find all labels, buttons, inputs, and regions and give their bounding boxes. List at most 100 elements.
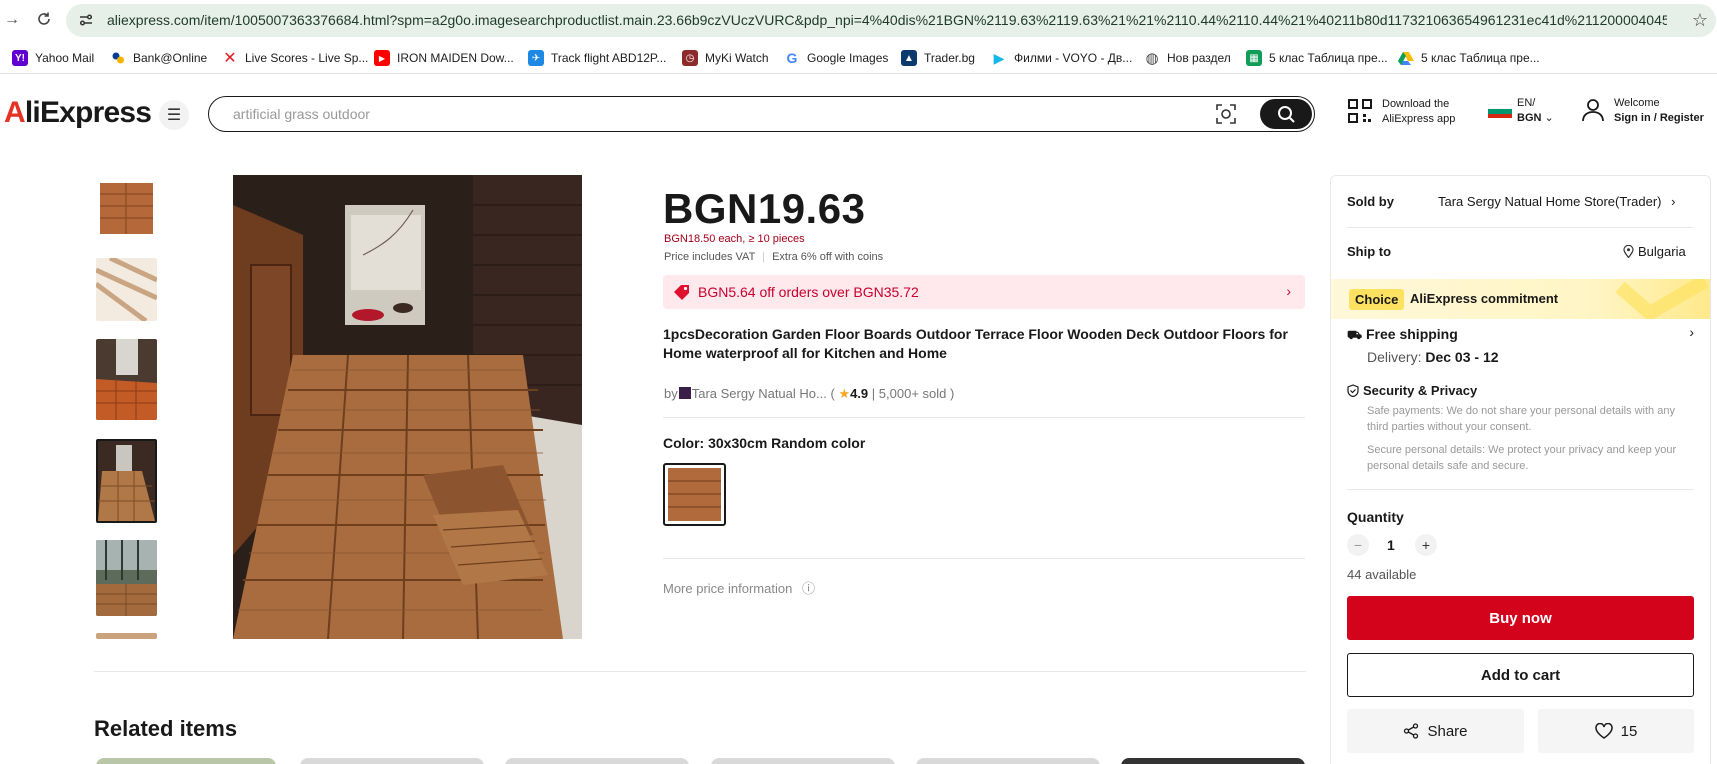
related-items-heading: Related items: [94, 716, 238, 741]
choice-commitment-banner: Choice AliExpress commitment: [1331, 279, 1710, 319]
download-line-2: AliExpress app: [1382, 113, 1456, 125]
bookmark-label: Bank@Online: [133, 51, 208, 65]
search-bar[interactable]: artificial grass outdoor: [208, 96, 1315, 132]
product-title: 1pcsDecoration Garden Floor Boards Outdo…: [663, 326, 1288, 361]
bookmark-item[interactable]: ▦ 5 клас Таблица пре...: [1246, 49, 1388, 67]
language-currency-selector[interactable]: EN/ BGN ⌄: [1517, 96, 1554, 126]
download-app-link[interactable]: Download the AliExpress app: [1382, 97, 1455, 127]
bookmark-item[interactable]: ◷ MyKi Watch: [682, 49, 769, 67]
welcome-text: Welcome: [1614, 97, 1660, 109]
by-label: by: [664, 386, 678, 401]
quantity-decrease-button[interactable]: −: [1347, 534, 1369, 556]
more-price-info-link[interactable]: More price information ⓘ: [663, 578, 815, 597]
add-to-cart-button[interactable]: Add to cart: [1347, 653, 1694, 697]
main-product-image[interactable]: [233, 175, 582, 639]
product-thumbnail-selected[interactable]: [96, 439, 157, 523]
bookmark-item[interactable]: ✕ Live Scores - Live Sp...: [222, 49, 368, 67]
bookmark-item[interactable]: ✈ Track flight ABD12P...: [528, 49, 666, 67]
language-label: EN/: [1517, 97, 1536, 109]
wood-tile-thumbnail-image: [96, 177, 157, 240]
site-settings-icon[interactable]: [78, 12, 94, 28]
x-icon: ✕: [222, 50, 238, 67]
product-thumbnail[interactable]: [96, 540, 157, 616]
chevron-right-icon: ›: [1671, 194, 1676, 209]
user-icon[interactable]: [1582, 98, 1604, 122]
bookmark-item[interactable]: G Google Images: [784, 49, 888, 67]
related-item-card[interactable]: [96, 758, 276, 764]
bookmark-item[interactable]: 5 клас Таблица пре...: [1398, 49, 1540, 67]
ship-to-country: Bulgaria: [1638, 244, 1686, 259]
divider: [94, 671, 1306, 672]
bookmark-item[interactable]: Bank@Online: [110, 49, 207, 67]
menu-button[interactable]: ☰: [159, 100, 189, 130]
divider: [1347, 227, 1694, 228]
bookmark-item[interactable]: ▲ Trader.bg: [901, 49, 975, 67]
related-item-card[interactable]: [916, 758, 1100, 764]
color-swatch-selected[interactable]: [663, 463, 726, 526]
quantity-increase-button[interactable]: +: [1415, 534, 1437, 556]
site-header: AliExpress ☰ artificial grass outdoor Do…: [0, 74, 1717, 158]
delivery-estimate: Delivery: Dec 03 - 12: [1367, 349, 1499, 365]
search-input[interactable]: artificial grass outdoor: [233, 106, 370, 122]
store-name-link[interactable]: Tara Sergy Natual Home Store(Trader) ›: [1438, 194, 1675, 209]
product-thumbnail[interactable]: [96, 258, 157, 321]
wishlist-count: 15: [1620, 722, 1638, 740]
search-button[interactable]: [1260, 99, 1312, 129]
available-count: 44 available: [1347, 567, 1417, 582]
image-search-icon[interactable]: [1216, 104, 1236, 124]
coupon-tag-icon: [674, 285, 689, 300]
coins-text: Extra 6% off with coins: [772, 251, 884, 263]
related-item-card[interactable]: [300, 758, 484, 764]
ship-to-selector[interactable]: Bulgaria: [1623, 244, 1686, 259]
sold-count: 5,000+ sold: [878, 386, 947, 401]
bookmark-item[interactable]: ▶ IRON MAIDEN Dow...: [374, 49, 514, 67]
divider: [1347, 489, 1694, 490]
bookmark-label: Live Scores - Live Sp...: [245, 51, 369, 65]
bulgaria-flag-icon: [1488, 104, 1512, 118]
aliexpress-logo[interactable]: AliExpress: [4, 96, 152, 130]
bank-icon: [110, 50, 126, 66]
qr-code-icon[interactable]: [1348, 99, 1372, 123]
bookmark-item[interactable]: ◍ Нов раздел: [1144, 49, 1231, 67]
ship-to-label: Ship to: [1347, 244, 1392, 259]
sold-by-label: Sold by: [1347, 194, 1394, 209]
related-item-card[interactable]: [711, 758, 895, 764]
watch-icon: ◷: [682, 50, 698, 66]
product-thumbnail[interactable]: [96, 177, 157, 240]
bookmark-label: Yahoo Mail: [35, 51, 95, 65]
choice-badge: Choice: [1349, 289, 1405, 310]
address-bar[interactable]: aliexpress.com/item/1005007363376684.htm…: [66, 4, 1716, 37]
download-line-1: Download the: [1382, 98, 1450, 110]
delivery-label: Delivery:: [1367, 349, 1422, 365]
bookmark-label: Google Images: [807, 51, 889, 65]
buy-now-button[interactable]: Buy now: [1347, 596, 1694, 640]
forward-icon[interactable]: →: [4, 11, 20, 29]
bookmark-star-icon[interactable]: ☆: [1692, 10, 1708, 31]
store-rating-line: by Tara Sergy Natual Ho... ( ★4.9 | 5,000…: [664, 386, 955, 401]
url-text[interactable]: aliexpress.com/item/1005007363376684.htm…: [107, 12, 1667, 28]
share-button[interactable]: Share: [1347, 709, 1524, 753]
bookmarks-bar: Y! Yahoo Mail Bank@Online ✕ Live Scores …: [0, 42, 1717, 74]
coupon-banner[interactable]: BGN5.64 off orders over BGN35.72 ›: [663, 275, 1305, 309]
store-link[interactable]: Tara Sergy Natual Ho...: [692, 386, 827, 401]
related-item-card[interactable]: [505, 758, 689, 764]
product-thumbnail[interactable]: [96, 339, 157, 420]
chevron-right-icon: ›: [1689, 324, 1694, 340]
product-thumbnail[interactable]: [96, 633, 157, 639]
balcony-wooden-floor-photo: [233, 175, 582, 639]
plane-icon: ✈: [528, 50, 544, 66]
sign-in-link[interactable]: Sign in / Register: [1614, 112, 1704, 124]
wishlist-button[interactable]: 15: [1538, 709, 1694, 753]
free-shipping-row[interactable]: ⛟ Free shipping: [1347, 326, 1458, 344]
store-logo-icon: [678, 387, 691, 399]
divider: |: [762, 251, 766, 263]
info-icon: ⓘ: [801, 581, 815, 596]
related-item-card[interactable]: [1121, 758, 1305, 764]
bookmark-item[interactable]: Y! Yahoo Mail: [12, 49, 94, 67]
quantity-value[interactable]: 1: [1387, 537, 1395, 553]
bookmark-label: Trader.bg: [924, 51, 975, 65]
bookmark-item[interactable]: ▶ Филми - VOYO - Дв...: [991, 49, 1132, 67]
search-icon: [1278, 106, 1295, 123]
reload-icon[interactable]: [36, 11, 52, 32]
account-menu[interactable]: Welcome Sign in / Register: [1614, 96, 1704, 126]
